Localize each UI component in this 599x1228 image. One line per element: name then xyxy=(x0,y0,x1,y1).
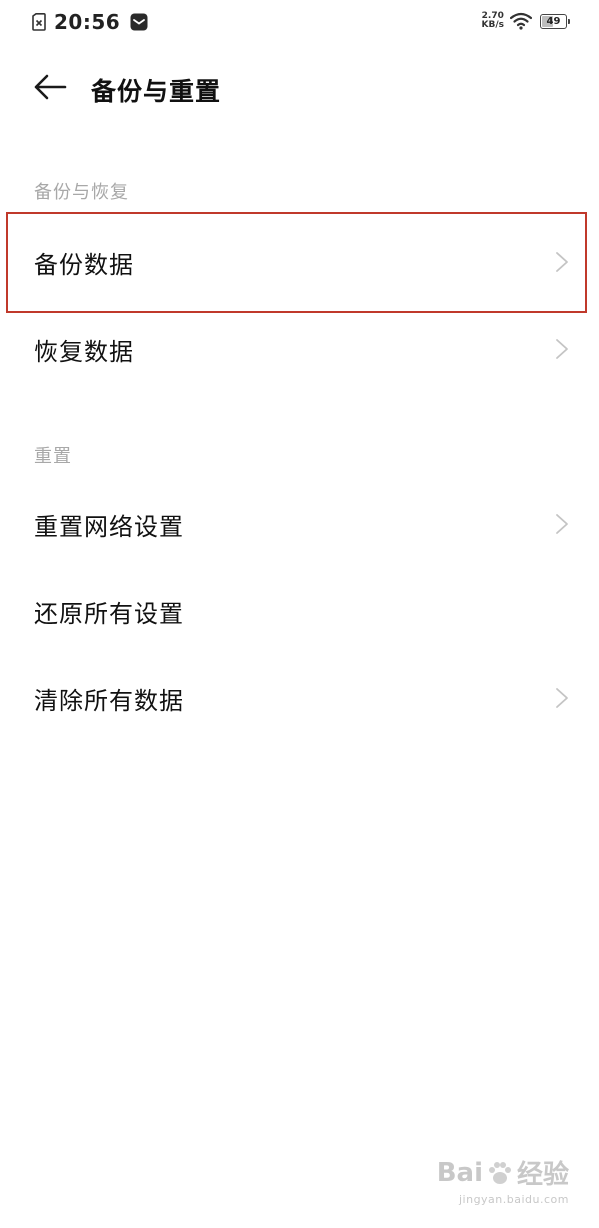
list-item-label: 重置网络设置 xyxy=(34,512,184,541)
list-item-erase-all-data[interactable]: 清除所有数据 xyxy=(0,654,599,742)
arrow-left-icon xyxy=(33,73,67,105)
chevron-right-icon xyxy=(555,251,569,273)
chevron-right-icon xyxy=(555,687,569,709)
paw-icon xyxy=(485,1158,515,1188)
list-item-label: 清除所有数据 xyxy=(34,686,184,715)
list-item-label: 还原所有设置 xyxy=(34,599,184,628)
network-speed-unit: KB/s xyxy=(481,20,504,30)
sim-icon xyxy=(32,13,46,31)
battery-level: 49 xyxy=(546,15,561,27)
status-time: 20:56 xyxy=(54,10,121,34)
notification-icon xyxy=(130,13,148,31)
watermark-url: jingyan.baidu.com xyxy=(458,1193,569,1206)
section-label-backup-restore: 备份与恢复 xyxy=(34,182,129,203)
watermark-brand-right: 经验 xyxy=(516,1160,569,1190)
status-bar-left: 20:56 xyxy=(32,10,148,34)
list-item-restore-data[interactable]: 恢复数据 xyxy=(0,305,599,393)
network-speed: 2.70 KB/s xyxy=(482,12,504,30)
chevron-right-icon xyxy=(555,338,569,360)
status-bar-right: 2.70 KB/s 49 xyxy=(482,12,570,30)
list-item-label: 备份数据 xyxy=(34,250,134,279)
list-item-label: 恢复数据 xyxy=(34,337,134,366)
wifi-icon xyxy=(509,12,533,30)
chevron-right-icon xyxy=(555,513,569,535)
watermark-brand-left: Bai xyxy=(436,1157,483,1188)
watermark-logo: Bai 经验 xyxy=(437,1154,569,1191)
page-title: 备份与重置 xyxy=(91,77,222,106)
battery-icon: 49 xyxy=(540,13,570,29)
section-label-reset: 重置 xyxy=(34,446,72,467)
list-item-restore-all-settings[interactable]: 还原所有设置 xyxy=(0,567,599,655)
back-button[interactable] xyxy=(30,72,70,106)
app-header: 备份与重置 xyxy=(0,62,599,114)
list-item-reset-network[interactable]: 重置网络设置 xyxy=(0,480,599,568)
screen: 20:56 2.70 KB/s 49 备份与重置 备份与恢复 备份数据 恢复数据… xyxy=(0,0,599,1228)
status-bar: 20:56 2.70 KB/s 49 xyxy=(0,0,599,46)
list-item-backup-data[interactable]: 备份数据 xyxy=(0,218,599,306)
watermark: Bai 经验 jingyan.baidu.com xyxy=(437,1154,569,1207)
